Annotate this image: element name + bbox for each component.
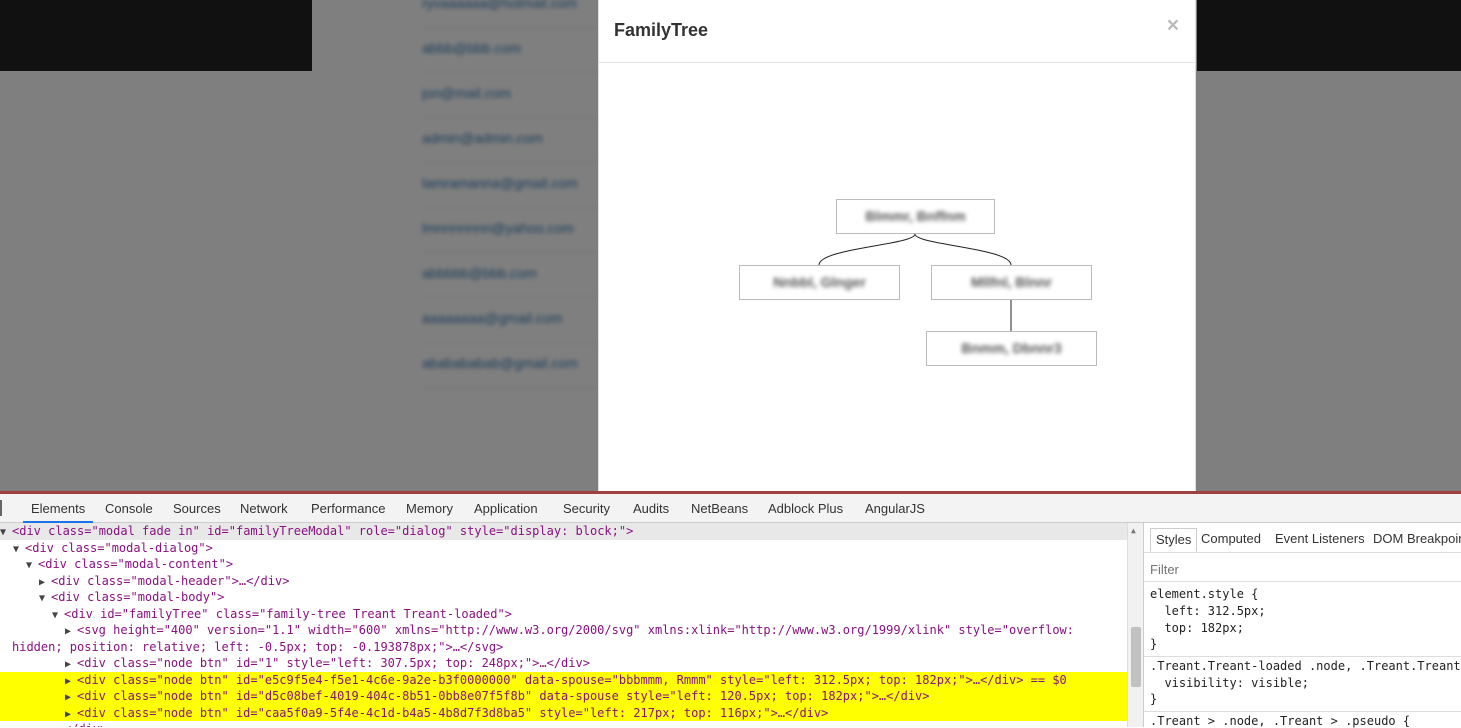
devtools-panel: Elements Console Sources Network Performance… (0, 494, 1461, 728)
dom-node-line[interactable]: ▶ <div class="node btn" id="d5c08bef-4019… (0, 688, 1127, 705)
devtools-tab-network[interactable]: Network (232, 494, 296, 523)
family-tree-modal: FamilyTree × Blmmr, Bnffnm Nnbbl, Glnger… (598, 0, 1196, 491)
dom-node-text: <div class="node btn" id="d5c08bef-4019-… (77, 689, 930, 703)
styles-filter-input[interactable] (1150, 559, 1450, 579)
devtools-tab-performance[interactable]: Performance (303, 494, 393, 523)
styles-pane: Styles Computed Event Listeners DOM Breakpo… (1143, 523, 1461, 728)
dom-node-line[interactable]: ▶ <div class="modal-header">…</div> (0, 573, 1127, 590)
dom-node-line[interactable]: ▼ <div class="modal-dialog"> (0, 540, 1127, 557)
dom-node-line[interactable]: ▼ <div class="modal-body"> (0, 589, 1127, 606)
browser-viewport: ryvaaaaaa@hotmail.comabbb@bbb.comjon@mai… (0, 0, 1461, 491)
tree-connector-root (818, 233, 1012, 266)
devtools-tab-security[interactable]: Security (555, 494, 618, 523)
styles-separator (1144, 581, 1461, 582)
dom-node-text: <div class="modal-body"> (51, 590, 225, 604)
style-rule-line: left: 312.5px; (1150, 604, 1266, 618)
style-rule-line: .Treant.Treant-loaded .node, .Treant.Tre… (1150, 659, 1461, 673)
styles-tab-bar: Styles Computed Event Listeners DOM Breakpo… (1144, 523, 1461, 553)
dom-node-line[interactable]: ▶ <svg height="400" version="1.1" width="… (0, 622, 1127, 639)
tree-node-left[interactable]: Nnbbl, Glnger (739, 265, 900, 300)
devtools-tab-sources[interactable]: Sources (165, 494, 229, 523)
devtools-tab-adblock-plus[interactable]: Adblock Plus (760, 494, 851, 523)
dom-node-line[interactable]: ▶ <div class="node btn" id="e5c9f5e4-f5e1… (0, 671, 1127, 688)
dom-node-text: </div> (64, 722, 107, 727)
tree-node-label: Blmmr, Bnffnm (865, 208, 966, 224)
dom-node-text: <svg height="400" version="1.1" width="6… (77, 623, 1074, 637)
tree-node-label: Nnbbl, Glnger (773, 274, 866, 290)
style-rule-line: } (1150, 692, 1158, 706)
devtools-tab-memory[interactable]: Memory (398, 494, 461, 523)
tree-connectors (818, 233, 1012, 331)
dom-node-text: hidden; position: relative; left: -0.5px… (12, 639, 504, 654)
style-rule-line: top: 182px; (1150, 621, 1244, 635)
tree-node-label: Mllfnl, Blnnr (971, 274, 1052, 290)
tree-node-root[interactable]: Blmmr, Bnffnm (836, 199, 995, 234)
styles-separator (1144, 711, 1461, 712)
dom-node-text: <div class="node btn" id="caa5f0a9-5f4e-… (77, 705, 829, 720)
dom-node-line[interactable]: ▼ <div id="familyTree" class="family-tree… (0, 606, 1127, 623)
style-rule-line: } (1150, 637, 1158, 651)
devtools-tab-audits[interactable]: Audits (625, 494, 677, 523)
devtools-tab-bar: Elements Console Sources Network Performance… (0, 494, 1461, 523)
dom-node-line[interactable]: ▶ <div class="node btn" id="caa5f0a9-5f4e… (0, 704, 1127, 721)
devtools-tab-angularjs[interactable]: AngularJS (857, 494, 933, 523)
dom-node-line[interactable]: ▶ <div class="node btn" id="1" style="lef… (0, 655, 1127, 672)
devtools-tab-netbeans[interactable]: NetBeans (683, 494, 756, 523)
dom-node-text: <div id="familyTree" class="family-tree … (64, 606, 512, 621)
tree-node-grandchild[interactable]: Bnmm, Dbnnr3 (926, 331, 1097, 366)
devtools-tab-application[interactable]: Application (466, 494, 546, 523)
style-rule-line: .Treant > .node, .Treant > .pseudo { (1150, 714, 1411, 728)
styles-tab-dom-breakpoints[interactable]: DOM Breakpoints (1368, 528, 1461, 552)
scrollbar-thumb[interactable] (1131, 627, 1141, 687)
devtools-tab-elements[interactable]: Elements (23, 494, 94, 523)
dom-node-text: <div class="node btn" id="1" style="left… (77, 656, 590, 670)
tree-node-right[interactable]: Mllfnl, Blnnr (931, 265, 1092, 300)
dom-node-text: <div class="modal-header">…</div> (51, 573, 290, 588)
dom-node-line[interactable]: </div> (0, 721, 1127, 727)
style-rule-line: visibility: visible; (1150, 676, 1309, 690)
styles-tab-event-listeners[interactable]: Event Listeners (1270, 528, 1370, 552)
styles-tab-styles[interactable]: Styles (1150, 528, 1198, 552)
dom-node-line[interactable]: hidden; position: relative; left: -0.5px… (0, 639, 1127, 656)
dom-node-text: <div class="modal-dialog"> (25, 540, 213, 555)
dom-node-text: <div class="node btn" id="e5c9f5e4-f5e1-… (77, 672, 1067, 687)
dom-tree: ▼ <div class="modal fade in" id="familyTr… (0, 523, 1127, 727)
scroll-up-icon[interactable]: ▲ (1131, 526, 1136, 535)
dom-node-text: <div class="modal-content"> (38, 557, 234, 571)
element-picker-icon[interactable] (0, 500, 2, 516)
style-rule-line: element.style { (1150, 587, 1259, 601)
tree-node-label: Bnmm, Dbnnr3 (961, 340, 1062, 356)
dom-node-line[interactable]: ▼ <div class="modal-content"> (0, 556, 1127, 573)
dom-node-line[interactable]: ▼ <div class="modal fade in" id="familyTr… (0, 523, 1127, 540)
styles-separator (1144, 656, 1461, 657)
styles-tab-computed[interactable]: Computed (1196, 528, 1266, 552)
dom-tree-scrollbar[interactable]: ▲ (1127, 523, 1143, 727)
dom-node-text: <div class="modal fade in" id="familyTre… (12, 524, 634, 538)
devtools-tab-console[interactable]: Console (97, 494, 161, 523)
